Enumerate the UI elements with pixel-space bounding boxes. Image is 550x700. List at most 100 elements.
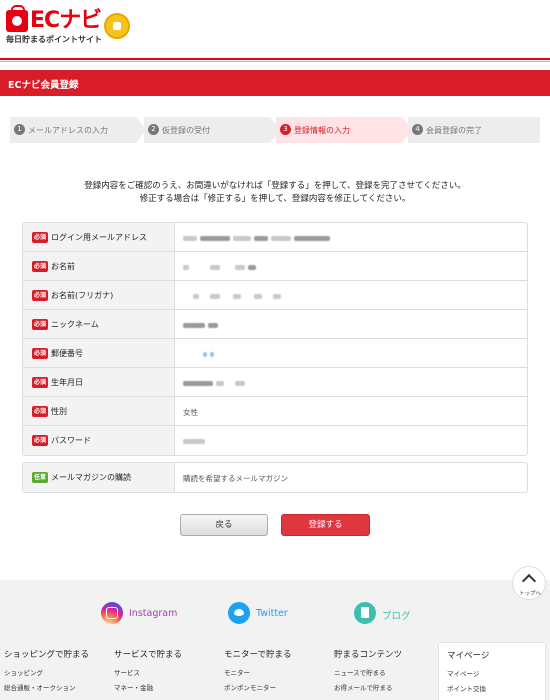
- field-label: メールマガジンの購読: [51, 473, 131, 482]
- step-arrow: [136, 117, 146, 143]
- field-label: 性別: [51, 407, 67, 416]
- required-badge: 必須: [32, 319, 49, 330]
- step-label: 会員登録の完了: [426, 126, 482, 135]
- footer-column-services: サービスで貯まる サービス マネー・金融: [114, 648, 222, 696]
- footer-link[interactable]: ポイント交換: [447, 682, 537, 697]
- footer-link[interactable]: ポンポンモニター: [224, 681, 332, 696]
- label-cell: 必須 生年月日: [23, 368, 175, 396]
- footer-link[interactable]: ショッピング: [4, 666, 112, 681]
- label-cell: 必須 郵便番号: [23, 339, 175, 367]
- required-badge: 必須: [32, 377, 49, 388]
- label-cell: 必須 性別: [23, 397, 175, 425]
- step-number: 4: [412, 124, 423, 135]
- footer-heading: サービスで貯まる: [114, 650, 183, 660]
- header-divider-thin: [0, 61, 550, 62]
- row-newsletter: 任意 メールマガジンの購読 購読を希望するメールマガジン: [23, 463, 527, 492]
- step-provisional: 2 仮登録の受付: [144, 117, 280, 143]
- gender-value: 女性: [183, 408, 198, 417]
- field-label: お名前: [51, 262, 75, 271]
- field-label: 生年月日: [51, 378, 83, 387]
- footer-heading: ショッピングで貯まる: [4, 650, 90, 660]
- twitter-icon: [228, 602, 250, 624]
- site-header: ECナビ 毎日貯まるポイントサイト: [0, 0, 550, 58]
- redacted-value: [183, 262, 259, 271]
- required-badge: 必須: [32, 261, 49, 272]
- step-email: 1 メールアドレスの入力: [10, 117, 146, 143]
- blog-label: ブログ: [382, 611, 411, 622]
- row-nickname: 必須 ニックネーム: [23, 310, 527, 339]
- required-badge: 必須: [32, 435, 49, 446]
- instagram-label: Instagram: [129, 608, 178, 619]
- footer-column-contents: 貯まるコンテンツ ニュースで貯まる お得メールで貯まる: [334, 648, 442, 696]
- row-gender: 必須 性別 女性: [23, 397, 527, 426]
- step-label: 仮登録の受付: [162, 126, 210, 135]
- registration-steps: 1 メールアドレスの入力 2 仮登録の受付 3 登録情報の入力 4 会員登録の完…: [10, 117, 540, 143]
- newsletter-value: 購読を希望するメールマガジン: [183, 474, 288, 483]
- optional-badge: 任意: [32, 472, 49, 483]
- step-number: 2: [148, 124, 159, 135]
- label-cell: 必須 ログイン用メールアドレス: [23, 223, 175, 251]
- footer-heading: 貯まるコンテンツ: [334, 650, 403, 660]
- confirmation-instructions: 登録内容をご確認のうえ、お間違いがなければ「登録する」を押して、登録を完了させて…: [0, 180, 550, 206]
- blog-icon: [354, 602, 376, 624]
- footer-link[interactable]: ニュースで貯まる: [334, 666, 442, 681]
- instruction-line: 登録内容をご確認のうえ、お間違いがなければ「登録する」を押して、登録を完了させて…: [84, 181, 466, 191]
- footer-heading: マイページ: [447, 651, 490, 661]
- shopping-bag-icon: [6, 5, 28, 32]
- label-cell: 任意 メールマガジンの購読: [23, 463, 175, 492]
- required-badge: 必須: [32, 406, 49, 417]
- footer-column-shopping: ショッピングで貯まる ショッピング 総合通販・オークション: [4, 648, 112, 696]
- step-label: 登録情報の入力: [294, 126, 350, 135]
- required-badge: 必須: [32, 290, 49, 301]
- step-number: 1: [14, 124, 25, 135]
- step-complete: 4 会員登録の完了: [408, 117, 540, 143]
- footer-column-mypage: マイページ マイページ ポイント交換: [438, 642, 546, 700]
- step-arrow: [270, 117, 280, 143]
- label-cell: 必須 ニックネーム: [23, 310, 175, 338]
- tagline: 毎日貯まるポイントサイト: [6, 35, 102, 44]
- row-postal-code: 必須 郵便番号: [23, 339, 527, 368]
- instagram-icon: [101, 602, 123, 624]
- redacted-value: [183, 320, 221, 329]
- footer-link[interactable]: 総合通販・オークション: [4, 681, 112, 696]
- register-button[interactable]: 登録する: [281, 514, 370, 536]
- header-divider: [0, 58, 550, 60]
- newsletter-table: 任意 メールマガジンの購読 購読を希望するメールマガジン: [22, 462, 528, 493]
- twitter-label: Twitter: [256, 608, 288, 619]
- coin-icon: [104, 13, 130, 39]
- footer-column-monitor: モニターで貯まる モニター ポンポンモニター: [224, 648, 332, 696]
- redacted-value: [183, 349, 217, 358]
- row-birthdate: 必須 生年月日: [23, 368, 527, 397]
- footer-link[interactable]: サービス: [114, 666, 222, 681]
- required-badge: 必須: [32, 348, 49, 359]
- footer-link[interactable]: モニター: [224, 666, 332, 681]
- label-cell: 必須 お名前: [23, 252, 175, 280]
- redacted-value: [183, 291, 284, 300]
- back-button[interactable]: 戻る: [180, 514, 268, 536]
- field-label: ニックネーム: [51, 320, 99, 329]
- instruction-line: 修正する場合は「修正する」を押して、登録内容を修正してください。: [139, 194, 411, 204]
- footer-link[interactable]: マイページ: [447, 667, 537, 682]
- footer-link[interactable]: お得メールで貯まる: [334, 681, 442, 696]
- row-name-kana: 必須 お名前(フリガナ): [23, 281, 527, 310]
- step-number: 3: [280, 124, 291, 135]
- redacted-value: [183, 436, 208, 445]
- field-label: お名前(フリガナ): [51, 291, 114, 300]
- registration-details-table: 必須 ログイン用メールアドレス 必須 お名前 必須 お名前(フリガナ) 必須 ニ…: [22, 222, 528, 456]
- step-registration-info: 3 登録情報の入力: [276, 117, 412, 143]
- footer-link[interactable]: マネー・金融: [114, 681, 222, 696]
- field-label: パスワード: [51, 436, 91, 445]
- footer-heading: モニターで貯まる: [224, 650, 292, 660]
- label-cell: 必須 お名前(フリガナ): [23, 281, 175, 309]
- row-login-email: 必須 ログイン用メールアドレス: [23, 223, 527, 252]
- page-title-bar: ECナビ会員登録: [0, 70, 550, 96]
- field-label: 郵便番号: [51, 349, 83, 358]
- row-password: 必須 パスワード: [23, 426, 527, 455]
- step-arrow: [402, 117, 412, 143]
- chevron-up-icon: [521, 573, 537, 589]
- page-title: ECナビ会員登録: [8, 80, 79, 91]
- redacted-value: [183, 378, 248, 387]
- redacted-value: [183, 233, 333, 242]
- logo-text: ECナビ: [30, 8, 102, 33]
- back-to-top-button[interactable]: トップへ: [512, 566, 546, 600]
